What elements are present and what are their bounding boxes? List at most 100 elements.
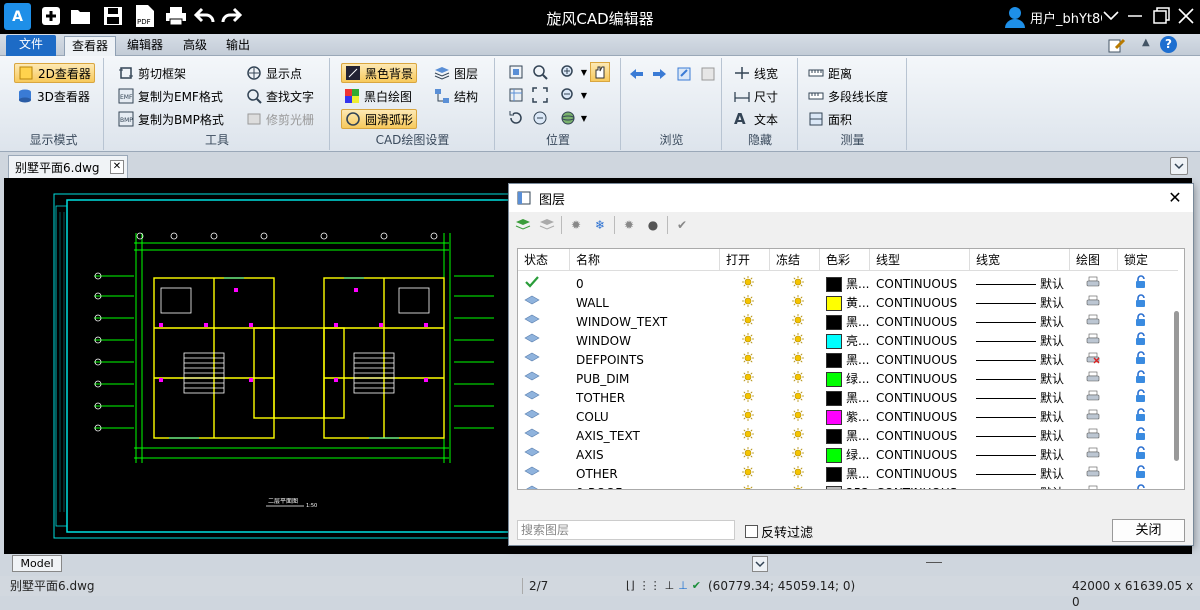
layer-row[interactable]: TOTHER 黑... CONTINUOUS 默认 <box>518 389 1174 408</box>
next-icon[interactable] <box>650 64 670 84</box>
layer-row[interactable]: 0-ROOF 253 CONTINUOUS 默认 <box>518 484 1174 489</box>
col-color[interactable]: 色彩 <box>820 249 870 271</box>
horizontal-scrollbar-handle[interactable] <box>926 562 942 563</box>
layer-on-sun-icon[interactable] <box>742 389 762 408</box>
menu-tab-output[interactable]: 输出 <box>219 36 257 56</box>
zoom-window-icon[interactable] <box>530 62 550 82</box>
fit-all-icon[interactable] <box>506 85 526 105</box>
pan-hand-icon[interactable] <box>590 62 610 82</box>
show-points-button[interactable]: 显示点 <box>243 63 305 83</box>
snap-icon[interactable]: ⌊⌋ <box>626 578 635 594</box>
rotate-view-icon[interactable] <box>506 108 526 128</box>
plot-printer-icon[interactable] <box>1086 313 1106 332</box>
layer-color-cell[interactable]: 亮... <box>826 332 874 351</box>
layer-color-cell[interactable]: 黑... <box>826 427 874 446</box>
osnap-icon[interactable]: ⊥ <box>678 578 688 594</box>
layer-lineweight-cell[interactable]: 默认 <box>976 389 1074 408</box>
layer-lineweight-cell[interactable]: 默认 <box>976 294 1074 313</box>
col-lock[interactable]: 锁定 <box>1118 249 1170 271</box>
document-tab[interactable]: 别墅平面6.dwg ✕ <box>8 155 128 178</box>
layer-linetype[interactable]: CONTINUOUS <box>876 465 968 484</box>
help-icon[interactable]: ? <box>1160 36 1177 53</box>
viewer-3d-button[interactable]: 3D查看器 <box>14 86 93 106</box>
layer-row[interactable]: WALL 黄... CONTINUOUS 默认 <box>518 294 1174 313</box>
lock-icon[interactable] <box>1134 294 1154 313</box>
set-current-icon[interactable]: ✔ <box>672 215 692 235</box>
layer-linetype[interactable]: CONTINUOUS <box>876 427 968 446</box>
layer-linetype[interactable]: CONTINUOUS <box>876 332 968 351</box>
col-linetype[interactable]: 线型 <box>870 249 970 271</box>
layer-linetype[interactable]: CONTINUOUS <box>876 484 968 489</box>
layer-freeze-sun-icon[interactable] <box>792 408 812 427</box>
layer-icon[interactable] <box>524 370 554 389</box>
layer-icon[interactable] <box>524 427 554 446</box>
line-width-button[interactable]: 线宽 <box>731 63 781 83</box>
layer-icon[interactable] <box>524 294 554 313</box>
plot-printer-icon[interactable] <box>1086 294 1106 313</box>
invert-filter-box[interactable] <box>745 525 758 538</box>
save-icon[interactable] <box>100 3 126 29</box>
layer-row[interactable]: DEFPOINTS 黑... CONTINUOUS 默认 <box>518 351 1174 370</box>
vertical-scroll-thumb[interactable] <box>1174 311 1179 461</box>
layer-lineweight-cell[interactable]: 默认 <box>976 408 1074 427</box>
dimension-button[interactable]: 尺寸 <box>731 86 781 106</box>
layer-freeze-sun-icon[interactable] <box>792 389 812 408</box>
fit-window-icon[interactable] <box>506 62 526 82</box>
plot-printer-icon[interactable] <box>1086 446 1106 465</box>
area-button[interactable]: 面积 <box>805 109 855 129</box>
layer-freeze-sun-icon[interactable] <box>792 370 812 389</box>
model-tab[interactable]: Model <box>12 555 62 572</box>
layer-linetype[interactable]: CONTINUOUS <box>876 275 968 294</box>
layer-color-cell[interactable]: 绿... <box>826 370 874 389</box>
all-on-icon[interactable]: ✹ <box>566 215 586 235</box>
layer-color-cell[interactable]: 253 <box>826 484 874 489</box>
delete-layer-icon[interactable] <box>537 215 557 235</box>
layer-linetype[interactable]: CONTINUOUS <box>876 408 968 427</box>
lock-icon[interactable] <box>1134 313 1154 332</box>
layer-freeze-sun-icon[interactable] <box>792 484 812 489</box>
layer-color-cell[interactable]: 黑... <box>826 389 874 408</box>
zoom-out-dropdown-icon[interactable]: ▼ <box>574 85 594 105</box>
layer-linetype[interactable]: CONTINUOUS <box>876 351 968 370</box>
layer-row[interactable]: AXIS 绿... CONTINUOUS 默认 <box>518 446 1174 465</box>
layer-color-cell[interactable]: 黑... <box>826 313 874 332</box>
vertical-scrollbar[interactable] <box>1172 271 1182 471</box>
layer-on-sun-icon[interactable] <box>742 427 762 446</box>
structure-button[interactable]: 结构 <box>431 86 481 106</box>
smooth-arcs-button[interactable]: 圆滑弧形 <box>341 109 418 129</box>
col-status[interactable]: 状态 <box>518 249 570 271</box>
layer-lineweight-cell[interactable]: 默认 <box>976 351 1074 370</box>
zoom-extents-icon[interactable] <box>530 85 550 105</box>
layer-icon[interactable] <box>524 332 554 351</box>
black-background-button[interactable]: 黑色背景 <box>341 63 418 83</box>
layer-search-input[interactable]: 搜索图层 <box>517 520 735 540</box>
new-layer-icon[interactable] <box>513 215 533 235</box>
app-logo-icon[interactable]: A <box>4 3 31 30</box>
text-button[interactable]: A 文本 <box>731 109 781 129</box>
minimize-button[interactable] <box>1124 5 1146 27</box>
layer-icon[interactable] <box>524 484 554 489</box>
layer-lineweight-cell[interactable]: 默认 <box>976 332 1074 351</box>
layer-color-cell[interactable]: 绿... <box>826 446 874 465</box>
layer-lineweight-cell[interactable]: 默认 <box>976 484 1074 489</box>
layer-freeze-sun-icon[interactable] <box>792 332 812 351</box>
layer-on-sun-icon[interactable] <box>742 332 762 351</box>
polyline-length-button[interactable]: 多段线长度 <box>805 86 891 106</box>
layer-lineweight-cell[interactable]: 默认 <box>976 465 1074 484</box>
dialog-close-icon[interactable]: ✕ <box>1165 188 1185 208</box>
layer-icon[interactable] <box>524 465 554 484</box>
lock-icon[interactable] <box>1134 332 1154 351</box>
layer-lineweight-cell[interactable]: 默认 <box>976 275 1074 294</box>
layer-icon[interactable] <box>524 313 554 332</box>
layer-row[interactable]: PUB_DIM 绿... CONTINUOUS 默认 <box>518 370 1174 389</box>
dropdown-chevron-icon[interactable] <box>1100 5 1122 27</box>
menu-tab-viewer[interactable]: 查看器 <box>64 36 117 56</box>
trim-raster-button[interactable]: 修剪光栅 <box>243 109 317 129</box>
layer-freeze-sun-icon[interactable] <box>792 446 812 465</box>
new-file-icon[interactable] <box>38 3 64 29</box>
layer-icon[interactable] <box>524 446 554 465</box>
lock-icon[interactable] <box>1134 370 1154 389</box>
layer-freeze-sun-icon[interactable] <box>792 465 812 484</box>
lock-icon[interactable] <box>1134 465 1154 484</box>
layer-linetype[interactable]: CONTINUOUS <box>876 294 968 313</box>
